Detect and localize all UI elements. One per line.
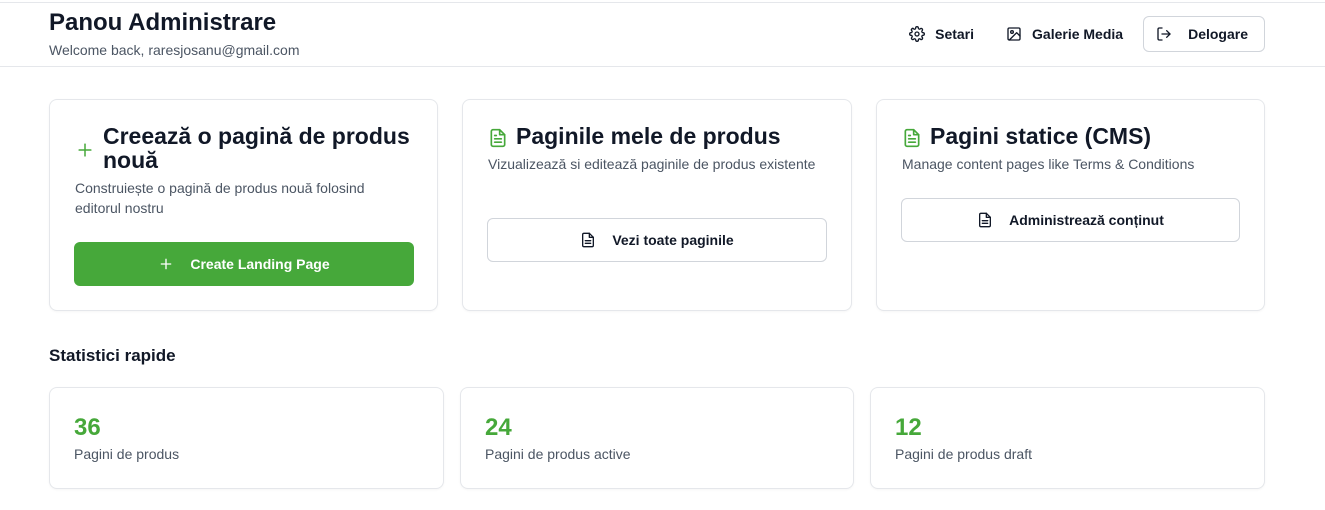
settings-button[interactable]: Setari — [893, 16, 990, 52]
logout-label: Delogare — [1188, 26, 1248, 42]
app-header: Panou Administrare Welcome back, raresjo… — [0, 3, 1325, 67]
stat-label: Pagini de produs active — [485, 446, 631, 462]
my-pages-card-title: Paginile mele de produs — [516, 123, 781, 149]
page-title: Panou Administrare — [49, 9, 277, 36]
cms-card-header: Pagini statice (CMS) — [902, 124, 1244, 148]
view-all-pages-label: Vezi toate paginile — [612, 232, 734, 248]
create-page-card: Creează o pagină de produs nouă Construi… — [49, 99, 438, 311]
plus-icon — [161, 258, 172, 270]
gear-icon — [909, 26, 926, 42]
file-text-icon — [904, 128, 920, 148]
welcome-text: Welcome back, raresjosanu@gmail.com — [49, 42, 300, 58]
brand: Panou Administrare Welcome back, raresjo… — [49, 9, 300, 59]
header-nav: Setari Galerie Media Delogare — [893, 16, 1265, 52]
create-card-header: Creează o pagină de produs nouă — [75, 124, 417, 172]
file-text-icon — [582, 232, 595, 248]
quick-stats-title: Statistici rapide — [49, 346, 176, 365]
create-landing-page-button[interactable]: Create Landing Page — [74, 242, 414, 286]
stat-value: 36 — [74, 414, 101, 441]
logout-icon — [1157, 27, 1171, 41]
stat-card-total: 36 Pagini de produs — [49, 387, 444, 489]
manage-content-label: Administrează conținut — [1009, 212, 1164, 228]
stat-card-draft: 12 Pagini de produs draft — [870, 387, 1265, 489]
stat-label: Pagini de produs draft — [895, 446, 1032, 462]
create-landing-page-label: Create Landing Page — [190, 256, 330, 272]
cms-card-title: Pagini statice (CMS) — [930, 123, 1152, 149]
stat-value: 12 — [895, 414, 922, 441]
file-text-icon — [979, 212, 992, 228]
settings-label: Setari — [935, 26, 975, 42]
image-icon — [1007, 27, 1021, 41]
media-gallery-label: Galerie Media — [1032, 26, 1124, 42]
my-pages-card-header: Paginile mele de produs — [488, 124, 831, 148]
media-gallery-button[interactable]: Galerie Media — [990, 16, 1139, 52]
logout-button[interactable]: Delogare — [1143, 16, 1265, 52]
file-text-icon — [490, 128, 506, 148]
stat-card-active: 24 Pagini de produs active — [460, 387, 854, 489]
stat-label: Pagini de produs — [74, 446, 180, 462]
plus-icon — [78, 143, 92, 157]
stat-value: 24 — [485, 414, 512, 441]
view-all-pages-button[interactable]: Vezi toate paginile — [487, 218, 827, 262]
my-pages-card: Paginile mele de produs Vizualizează si … — [462, 99, 852, 311]
cms-card-description: Manage content pages like Terms & Condit… — [902, 156, 1195, 172]
create-card-title: Creează o pagină de produs nouă — [103, 123, 410, 173]
my-pages-card-description: Vizualizează si editează paginile de pro… — [488, 156, 816, 172]
manage-content-button[interactable]: Administrează conținut — [901, 198, 1240, 242]
create-card-description: Construiește o pagină de produs nouă fol… — [75, 180, 365, 216]
cms-pages-card: Pagini statice (CMS) Manage content page… — [876, 99, 1265, 311]
